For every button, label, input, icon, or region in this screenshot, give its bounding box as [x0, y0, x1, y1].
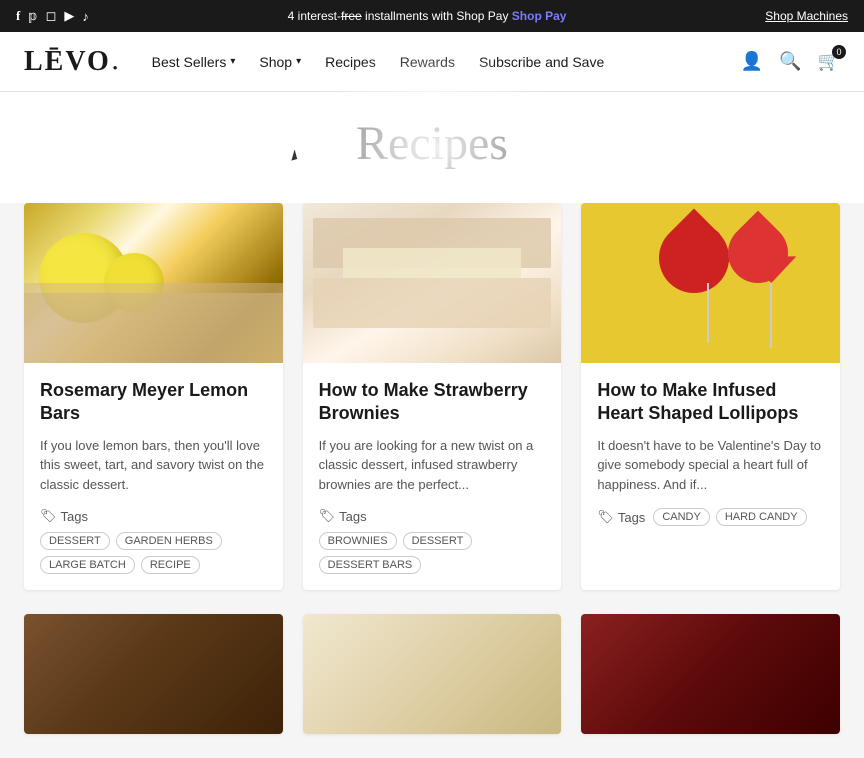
recipe-card[interactable]	[303, 614, 562, 734]
recipe-title: How to Make Strawberry Brownies	[319, 379, 546, 426]
tag-candy[interactable]: CANDY	[653, 508, 710, 526]
nav-subscribe[interactable]: Subscribe and Save	[479, 54, 604, 70]
logo[interactable]: LĒVO ●	[24, 46, 120, 78]
recipe-card-body: How to Make Strawberry Brownies If you a…	[303, 363, 562, 590]
recipe-card[interactable]	[581, 614, 840, 734]
recipe-tags: 🏷 Tags DESSERT GARDEN HERBS LARGE BATCH …	[40, 508, 267, 574]
tags-label: 🏷 Tags	[40, 508, 88, 524]
instagram-icon[interactable]: ◻	[46, 8, 57, 24]
recipe-card-body: Rosemary Meyer Lemon Bars If you love le…	[24, 363, 283, 590]
nav-shop-label: Shop	[259, 54, 292, 70]
nav-recipes[interactable]: Recipes	[325, 54, 376, 70]
recipe-card-image	[24, 203, 283, 363]
nav-rewards[interactable]: Rewards	[400, 54, 455, 70]
promo-banner: 4 interest-free installments with Shop P…	[89, 9, 765, 23]
top-bar: f 𝕡 ◻ ▶ ♪ 4 interest-free installments w…	[0, 0, 864, 32]
promo-strikethrough: free	[341, 9, 362, 23]
recipe-card-image	[581, 614, 840, 734]
tags-text: Tags	[339, 509, 366, 524]
recipe-card[interactable]: How to Make Infused Heart Shaped Lollipo…	[581, 203, 840, 590]
recipes-grid: Rosemary Meyer Lemon Bars If you love le…	[0, 203, 864, 614]
tag-list: BROWNIES DESSERT DESSERT BARS	[319, 532, 546, 574]
tag-dessert-bars[interactable]: DESSERT BARS	[319, 556, 422, 574]
cart-count: 0	[832, 45, 846, 59]
nav-rewards-label: Rewards	[400, 54, 455, 70]
recipe-card[interactable]: How to Make Strawberry Brownies If you a…	[303, 203, 562, 590]
nav-shop[interactable]: Shop ▾	[259, 54, 301, 70]
social-links: f 𝕡 ◻ ▶ ♪	[16, 8, 89, 24]
account-icon[interactable]: 👤	[741, 51, 763, 72]
header-icons: 👤 🔍 🛒 0	[741, 51, 840, 72]
recipe-card-image	[581, 203, 840, 363]
recipe-tags: 🏷 Tags BROWNIES DESSERT DESSERT BARS	[319, 508, 546, 574]
tag-list: CANDY HARD CANDY	[653, 508, 806, 526]
tag-icon: 🏷	[40, 508, 57, 524]
tags-text: Tags	[618, 510, 645, 525]
tags-label: 🏷 Tags	[597, 509, 645, 525]
chevron-down-icon: ▾	[296, 56, 301, 67]
cart-button[interactable]: 🛒 0	[818, 51, 840, 72]
tag-dessert[interactable]: DESSERT	[40, 532, 110, 550]
recipe-card[interactable]	[24, 614, 283, 734]
recipe-card-body: How to Make Infused Heart Shaped Lollipo…	[581, 363, 840, 542]
recipe-excerpt: It doesn't have to be Valentine's Day to…	[597, 436, 824, 495]
tag-hard-candy[interactable]: HARD CANDY	[716, 508, 807, 526]
nav-best-sellers-label: Best Sellers	[152, 54, 227, 70]
recipe-title: Rosemary Meyer Lemon Bars	[40, 379, 267, 426]
pinterest-icon[interactable]: 𝕡	[28, 8, 37, 24]
tag-recipe[interactable]: RECIPE	[141, 556, 200, 574]
recipe-card-image	[303, 203, 562, 363]
logo-dot: ●	[113, 63, 120, 72]
nav-recipes-label: Recipes	[325, 54, 376, 70]
search-icon[interactable]: 🔍	[779, 51, 801, 72]
recipe-card-image	[303, 614, 562, 734]
top-bar-cta[interactable]: Shop Machines	[765, 9, 848, 23]
tag-dessert[interactable]: DESSERT	[403, 532, 473, 550]
nav-subscribe-label: Subscribe and Save	[479, 54, 604, 70]
tag-icon: 🏷	[319, 508, 336, 524]
tags-label: 🏷 Tags	[319, 508, 367, 524]
recipe-title: How to Make Infused Heart Shaped Lollipo…	[597, 379, 824, 426]
tag-garden-herbs[interactable]: GARDEN HERBS	[116, 532, 222, 550]
recipe-excerpt: If you are looking for a new twist on a …	[319, 436, 546, 495]
promo-suffix: installments with Shop Pay	[362, 9, 509, 23]
recipe-card[interactable]: Rosemary Meyer Lemon Bars If you love le…	[24, 203, 283, 590]
tag-icon: 🏷	[597, 509, 614, 525]
recipe-excerpt: If you love lemon bars, then you'll love…	[40, 436, 267, 495]
youtube-icon[interactable]: ▶	[64, 8, 74, 24]
facebook-icon[interactable]: f	[16, 8, 20, 24]
tags-text: Tags	[61, 509, 88, 524]
promo-text: 4 interest-	[288, 9, 341, 23]
site-header: LĒVO ● Best Sellers ▾ Shop ▾ Recipes Rew…	[0, 32, 864, 92]
shop-machines-link[interactable]: Shop Machines	[765, 9, 848, 23]
main-nav: Best Sellers ▾ Shop ▾ Recipes Rewards Su…	[152, 54, 741, 70]
page-title-section: Recipes	[0, 92, 864, 203]
chevron-down-icon: ▾	[230, 56, 235, 67]
tag-brownies[interactable]: BROWNIES	[319, 532, 397, 550]
page-title: Recipes	[0, 116, 864, 171]
bottom-recipes-row	[0, 614, 864, 758]
shop-pay-label: Shop Pay	[512, 9, 567, 23]
logo-text: LĒVO	[24, 46, 111, 78]
tag-large-batch[interactable]: LARGE BATCH	[40, 556, 135, 574]
tag-list: DESSERT GARDEN HERBS LARGE BATCH RECIPE	[40, 532, 267, 574]
recipe-tags: 🏷 Tags CANDY HARD CANDY	[597, 508, 824, 526]
recipe-card-image	[24, 614, 283, 734]
nav-best-sellers[interactable]: Best Sellers ▾	[152, 54, 236, 70]
